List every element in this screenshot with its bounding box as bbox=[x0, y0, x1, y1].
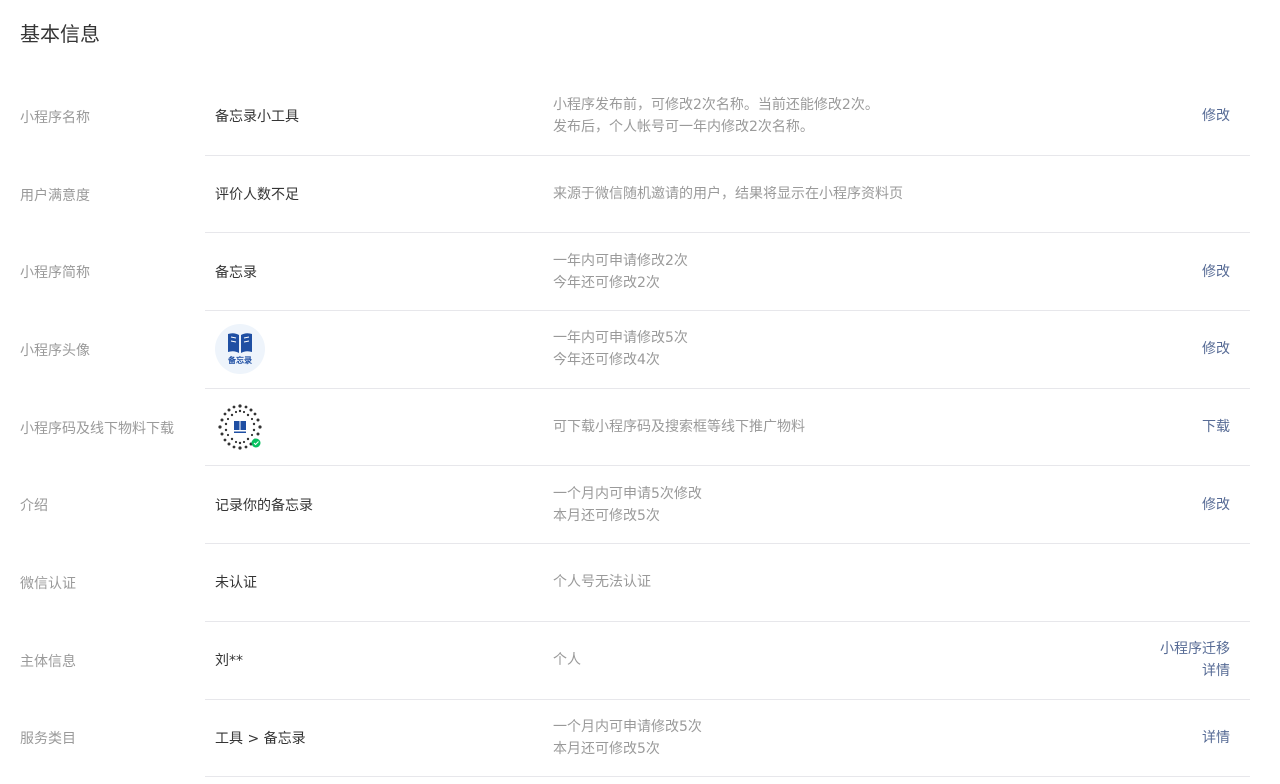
row-actions: 小程序迁移 详情 bbox=[1160, 638, 1230, 682]
row-content: 备忘录 一年内可申请修改2次 今年还可修改2次 修改 bbox=[205, 233, 1250, 312]
row-description: 一年内可申请修改2次 今年还可修改2次 bbox=[553, 250, 688, 294]
download-link[interactable]: 下载 bbox=[1202, 416, 1230, 438]
row-value: 记录你的备忘录 bbox=[215, 497, 313, 514]
description-line: 一年内可申请修改5次 bbox=[553, 330, 688, 347]
category-details-link[interactable]: 详情 bbox=[1202, 727, 1230, 749]
row-introduction: 介绍 记录你的备忘录 一个月内可申请5次修改 本月还可修改5次 修改 bbox=[0, 466, 1280, 545]
description-line: 本月还可修改5次 bbox=[553, 740, 660, 757]
row-actions: 修改 bbox=[1202, 338, 1230, 360]
description-line: 可下载小程序码及搜索框等线下推广物料 bbox=[553, 419, 805, 436]
description-line: 一个月内可申请5次修改 bbox=[553, 485, 702, 502]
row-content: 记录你的备忘录 一个月内可申请5次修改 本月还可修改5次 修改 bbox=[205, 466, 1250, 545]
row-description: 小程序发布前，可修改2次名称。当前还能修改2次。 发布后，个人帐号可一年内修改2… bbox=[553, 94, 879, 138]
row-content: 刘** 个人 小程序迁移 详情 bbox=[205, 622, 1250, 700]
basic-info-page: 基本信息 小程序名称 备忘录小工具 小程序发布前，可修改2次名称。当前还能修改2… bbox=[0, 0, 1280, 784]
modify-avatar-link[interactable]: 修改 bbox=[1202, 338, 1230, 360]
row-value: 备忘录小工具 bbox=[215, 109, 299, 126]
row-label: 小程序头像 bbox=[20, 342, 90, 359]
row-service-category: 服务类目 工具 > 备忘录 一个月内可申请修改5次 本月还可修改5次 详情 bbox=[0, 700, 1280, 778]
modify-short-name-link[interactable]: 修改 bbox=[1202, 261, 1230, 283]
description-line: 今年还可修改2次 bbox=[553, 274, 660, 291]
description-line: 个人号无法认证 bbox=[553, 574, 651, 591]
row-label: 介绍 bbox=[20, 498, 48, 515]
description-line: 本月还可修改5次 bbox=[553, 507, 660, 524]
row-description: 来源于微信随机邀请的用户，结果将显示在小程序资料页 bbox=[553, 183, 903, 205]
avatar-caption: 备忘录 bbox=[228, 356, 252, 366]
description-line: 一年内可申请修改2次 bbox=[553, 252, 688, 269]
row-description: 个人号无法认证 bbox=[553, 571, 651, 593]
subject-details-link[interactable]: 详情 bbox=[1160, 660, 1230, 682]
row-label: 小程序码及线下物料下载 bbox=[20, 420, 174, 437]
migrate-mini-program-link[interactable]: 小程序迁移 bbox=[1160, 638, 1230, 660]
row-value: 未认证 bbox=[215, 575, 257, 592]
row-actions: 详情 bbox=[1202, 727, 1230, 749]
row-content: 未认证 个人号无法认证 bbox=[205, 544, 1250, 622]
row-qrcode-download: 小程序码及线下物料下载 可下载小程序码及搜索框等线下推广物料 下载 bbox=[0, 389, 1280, 467]
mini-program-code-icon bbox=[218, 404, 262, 450]
row-description: 一个月内可申请修改5次 本月还可修改5次 bbox=[553, 716, 702, 760]
row-label: 小程序简称 bbox=[20, 265, 90, 282]
row-description: 可下载小程序码及搜索框等线下推广物料 bbox=[553, 416, 805, 438]
row-label: 小程序名称 bbox=[20, 109, 90, 126]
description-line: 个人 bbox=[553, 652, 581, 669]
description-line: 来源于微信随机邀请的用户，结果将显示在小程序资料页 bbox=[553, 186, 903, 203]
modify-name-link[interactable]: 修改 bbox=[1202, 105, 1230, 127]
row-value: 评价人数不足 bbox=[215, 187, 299, 204]
row-description: 一个月内可申请5次修改 本月还可修改5次 bbox=[553, 483, 702, 527]
row-description: 个人 bbox=[553, 649, 581, 671]
row-value: 工具 > 备忘录 bbox=[215, 730, 306, 747]
row-label: 用户满意度 bbox=[20, 187, 90, 204]
row-value: 备忘录 bbox=[215, 264, 257, 281]
row-description: 一年内可申请修改5次 今年还可修改4次 bbox=[553, 327, 688, 371]
row-user-satisfaction: 用户满意度 评价人数不足 来源于微信随机邀请的用户，结果将显示在小程序资料页 bbox=[0, 156, 1280, 234]
row-actions: 下载 bbox=[1202, 416, 1230, 438]
row-content: 备忘录 一年内可申请修改5次 今年还可修改4次 修改 bbox=[205, 311, 1250, 389]
row-label: 微信认证 bbox=[20, 575, 76, 592]
row-short-name: 小程序简称 备忘录 一年内可申请修改2次 今年还可修改2次 修改 bbox=[0, 233, 1280, 312]
row-actions: 修改 bbox=[1202, 261, 1230, 283]
row-avatar: 小程序头像 备忘录 一年内可申请修改5次 今年还可修改4次 修改 bbox=[0, 311, 1280, 389]
row-actions: 修改 bbox=[1202, 105, 1230, 127]
row-content: 备忘录小工具 小程序发布前，可修改2次名称。当前还能修改2次。 发布后，个人帐号… bbox=[205, 78, 1250, 156]
description-line: 小程序发布前，可修改2次名称。当前还能修改2次。 bbox=[553, 97, 879, 114]
row-label: 服务类目 bbox=[20, 731, 76, 748]
row-content: 工具 > 备忘录 一个月内可申请修改5次 本月还可修改5次 详情 bbox=[205, 700, 1250, 778]
row-value: 刘** bbox=[215, 653, 243, 670]
description-line: 发布后，个人帐号可一年内修改2次名称。 bbox=[553, 119, 814, 136]
book-icon bbox=[228, 333, 252, 354]
row-subject-info: 主体信息 刘** 个人 小程序迁移 详情 bbox=[0, 622, 1280, 700]
row-content: 可下载小程序码及搜索框等线下推广物料 下载 bbox=[205, 389, 1250, 467]
row-label: 主体信息 bbox=[20, 653, 76, 670]
row-mini-program-name: 小程序名称 备忘录小工具 小程序发布前，可修改2次名称。当前还能修改2次。 发布… bbox=[0, 78, 1280, 156]
section-title: 基本信息 bbox=[20, 22, 100, 46]
description-line: 一个月内可申请修改5次 bbox=[553, 718, 702, 735]
row-wechat-verification: 微信认证 未认证 个人号无法认证 bbox=[0, 544, 1280, 622]
info-list: 小程序名称 备忘录小工具 小程序发布前，可修改2次名称。当前还能修改2次。 发布… bbox=[0, 78, 1280, 778]
row-content: 评价人数不足 来源于微信随机邀请的用户，结果将显示在小程序资料页 bbox=[205, 156, 1250, 234]
description-line: 今年还可修改4次 bbox=[553, 352, 660, 369]
row-actions: 修改 bbox=[1202, 494, 1230, 516]
modify-introduction-link[interactable]: 修改 bbox=[1202, 494, 1230, 516]
mini-program-avatar: 备忘录 bbox=[215, 324, 265, 375]
